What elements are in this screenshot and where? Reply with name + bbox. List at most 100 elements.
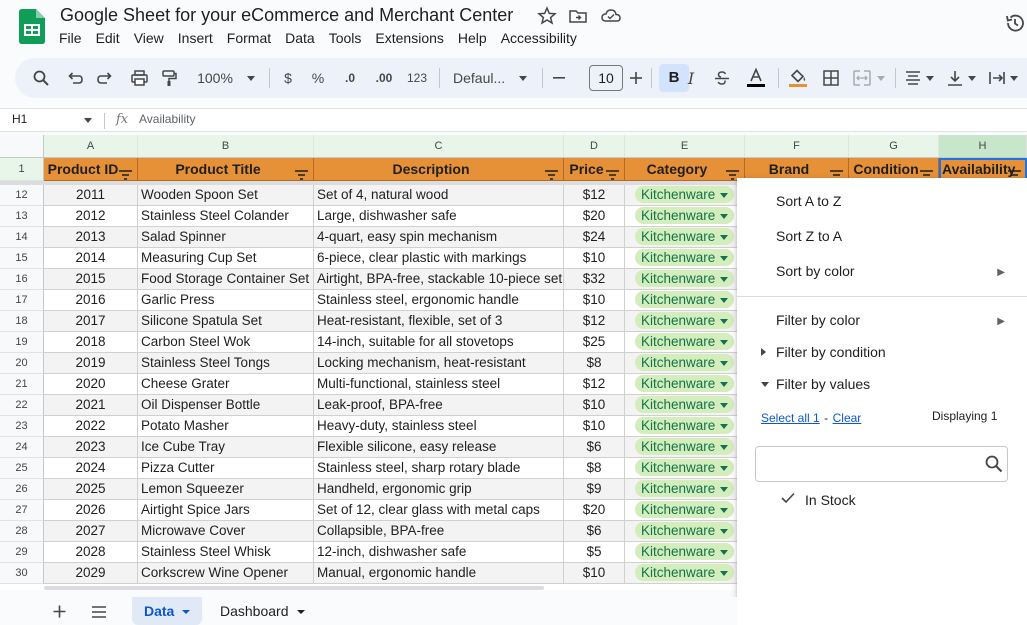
product-id-cell[interactable]: 2025 (44, 479, 138, 500)
product-title-cell[interactable]: Microwave Cover (138, 521, 314, 542)
price-cell[interactable]: $20 (564, 500, 625, 521)
row-header[interactable]: 12 (0, 185, 44, 206)
product-title-cell[interactable]: Measuring Cup Set (138, 248, 314, 269)
category-chip[interactable]: Kitchenware (635, 417, 735, 434)
column-header-f[interactable]: F (745, 135, 849, 158)
category-cell[interactable]: Kitchenware (625, 311, 745, 332)
filter-value-in-stock[interactable]: In Stock (805, 492, 856, 508)
menu-help[interactable]: Help (451, 29, 494, 49)
price-cell[interactable]: $25 (564, 332, 625, 353)
menu-data[interactable]: Data (278, 29, 322, 49)
description-cell[interactable]: Airtight, BPA-free, stackable 10-piece s… (314, 269, 564, 290)
add-sheet-icon[interactable] (53, 605, 66, 623)
row-header[interactable]: 13 (0, 206, 44, 227)
description-cell[interactable]: Collapsible, BPA-free (314, 521, 564, 542)
filter-by-condition-option[interactable]: Filter by condition (776, 344, 886, 360)
description-cell[interactable]: Locking mechanism, heat-resistant (314, 353, 564, 374)
category-cell[interactable]: Kitchenware (625, 227, 745, 248)
sort-z-to-a-option[interactable]: Sort Z to A (776, 228, 842, 244)
product-id-cell[interactable]: 2021 (44, 395, 138, 416)
chevron-down-icon[interactable] (84, 118, 92, 123)
price-cell[interactable]: $24 (564, 227, 625, 248)
filter-by-values-option[interactable]: Filter by values (776, 376, 870, 392)
column-header-b[interactable]: B (138, 135, 314, 158)
description-cell[interactable]: 4-quart, easy spin mechanism (314, 227, 564, 248)
row-header[interactable]: 18 (0, 311, 44, 332)
cloud-status-icon[interactable] (600, 6, 621, 26)
category-cell[interactable]: Kitchenware (625, 290, 745, 311)
column-header-e[interactable]: E (625, 135, 745, 158)
chip-dropdown-icon[interactable] (720, 213, 729, 219)
product-title-cell[interactable]: Pizza Cutter (138, 458, 314, 479)
product-id-cell[interactable]: 2016 (44, 290, 138, 311)
horizontal-align-icon[interactable] (901, 58, 937, 98)
price-cell[interactable]: $6 (564, 521, 625, 542)
category-cell[interactable]: Kitchenware (625, 395, 745, 416)
chip-dropdown-icon[interactable] (720, 276, 729, 282)
category-cell[interactable]: Kitchenware (625, 437, 745, 458)
sort-by-color-option[interactable]: Sort by color (776, 263, 855, 279)
description-cell[interactable]: Handheld, ergonomic grip (314, 479, 564, 500)
menu-edit[interactable]: Edit (89, 29, 127, 49)
category-cell[interactable]: Kitchenware (625, 479, 745, 500)
product-title-cell[interactable]: Wooden Spoon Set (138, 185, 314, 206)
chip-dropdown-icon[interactable] (720, 339, 729, 345)
category-cell[interactable]: Kitchenware (625, 185, 745, 206)
select-all-link[interactable]: Select all 1 (761, 411, 820, 425)
chip-dropdown-icon[interactable] (720, 444, 729, 450)
text-color-icon[interactable] (743, 58, 769, 98)
row-header[interactable]: 25 (0, 458, 44, 479)
product-id-cell[interactable]: 2018 (44, 332, 138, 353)
row-header[interactable]: 24 (0, 437, 44, 458)
sheets-logo-icon[interactable] (19, 9, 45, 44)
checkmark-icon[interactable] (781, 491, 795, 509)
sheet-tab-dashboard[interactable]: Dashboard (208, 597, 317, 625)
product-title-cell[interactable]: Potato Masher (138, 416, 314, 437)
chevron-down-icon[interactable] (296, 610, 305, 615)
category-cell[interactable]: Kitchenware (625, 542, 745, 563)
row-header[interactable]: 21 (0, 374, 44, 395)
category-chip[interactable]: Kitchenware (635, 396, 735, 413)
decrease-font-size-button[interactable] (550, 58, 568, 98)
product-title-cell[interactable]: Stainless Steel Tongs (138, 353, 314, 374)
more-formats-button[interactable]: 123 (404, 58, 430, 98)
chip-dropdown-icon[interactable] (720, 465, 729, 471)
borders-icon[interactable] (819, 58, 843, 98)
chip-dropdown-icon[interactable] (720, 234, 729, 240)
price-cell[interactable]: $12 (564, 311, 625, 332)
row-header[interactable]: 1 (0, 158, 44, 181)
column-header-c[interactable]: C (314, 135, 564, 158)
price-cell[interactable]: $6 (564, 437, 625, 458)
header-cell[interactable]: Category (625, 158, 745, 181)
category-chip[interactable]: Kitchenware (635, 543, 735, 560)
move-folder-icon[interactable] (568, 6, 588, 26)
price-cell[interactable]: $9 (564, 479, 625, 500)
description-cell[interactable]: 6-piece, clear plastic with markings (314, 248, 564, 269)
price-cell[interactable]: $10 (564, 395, 625, 416)
description-cell[interactable]: Set of 4, natural wood (314, 185, 564, 206)
filter-search-input[interactable] (756, 447, 976, 481)
description-cell[interactable]: Stainless steel, sharp rotary blade (314, 458, 564, 479)
category-chip[interactable]: Kitchenware (635, 459, 735, 476)
description-cell[interactable]: Set of 12, clear glass with metal caps (314, 500, 564, 521)
chip-dropdown-icon[interactable] (720, 402, 729, 408)
row-header[interactable]: 17 (0, 290, 44, 311)
description-cell[interactable]: Leak-proof, BPA-free (314, 395, 564, 416)
column-header-a[interactable]: A (44, 135, 138, 158)
chip-dropdown-icon[interactable] (720, 528, 729, 534)
clear-link[interactable]: Clear (833, 411, 862, 425)
increase-decimal-button[interactable]: .00 (370, 58, 398, 98)
category-cell[interactable]: Kitchenware (625, 521, 745, 542)
font-family-select[interactable]: Defaul... (449, 58, 533, 98)
category-chip[interactable]: Kitchenware (635, 333, 735, 350)
price-cell[interactable]: $10 (564, 416, 625, 437)
category-cell[interactable]: Kitchenware (625, 332, 745, 353)
select-all-corner[interactable] (0, 135, 44, 158)
header-cell[interactable]: Description (314, 158, 564, 181)
description-cell[interactable]: Flexible silicone, easy release (314, 437, 564, 458)
product-title-cell[interactable]: Corkscrew Wine Opener (138, 563, 314, 584)
description-cell[interactable]: Heat-resistant, flexible, set of 3 (314, 311, 564, 332)
price-cell[interactable]: $10 (564, 248, 625, 269)
row-header[interactable]: 19 (0, 332, 44, 353)
product-id-cell[interactable]: 2015 (44, 269, 138, 290)
